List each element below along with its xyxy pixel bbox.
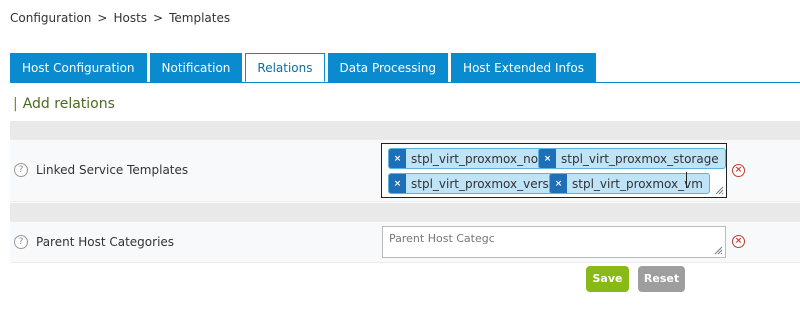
breadcrumb-templates[interactable]: Templates — [169, 11, 230, 25]
chip-remove-icon[interactable]: × — [389, 149, 406, 168]
linked-service-templates-label: Linked Service Templates — [36, 163, 189, 177]
tab-notification[interactable]: Notification — [149, 53, 243, 82]
chip-stpl-virt-proxmox-storage: × stpl_virt_proxmox_storage — [538, 148, 726, 169]
help-icon[interactable]: ? — [14, 163, 28, 177]
chip-remove-icon[interactable]: × — [389, 174, 406, 193]
tab-data-processing[interactable]: Data Processing — [327, 53, 449, 82]
form-middle-band — [10, 203, 800, 221]
clear-parent-host-categories-icon[interactable]: × — [732, 235, 745, 248]
save-button[interactable]: Save — [586, 266, 629, 292]
breadcrumb: Configuration > Hosts > Templates — [10, 11, 230, 25]
resize-handle-icon[interactable] — [713, 245, 723, 255]
section-title-bar: | — [13, 96, 18, 112]
breadcrumb-separator: > — [153, 11, 164, 25]
resize-handle-icon[interactable] — [714, 185, 724, 195]
tab-host-configuration[interactable]: Host Configuration — [10, 53, 147, 82]
breadcrumb-hosts[interactable]: Hosts — [113, 11, 147, 25]
section-title-text: Add relations — [22, 96, 115, 112]
clear-linked-service-templates-icon[interactable]: × — [732, 164, 745, 177]
chip-label: stpl_virt_proxmox_vm — [572, 176, 703, 191]
tab-divider — [10, 82, 800, 83]
breadcrumb-separator: > — [97, 11, 108, 25]
chip-label: stpl_virt_proxmox_storage — [561, 151, 719, 166]
reset-button[interactable]: Reset — [638, 266, 685, 292]
section-title: | Add relations — [13, 96, 115, 112]
parent-host-categories-input[interactable]: Parent Host Categc — [382, 226, 726, 258]
parent-host-categories-label-group: ? Parent Host Categories — [14, 235, 174, 249]
linked-service-templates-label-group: ? Linked Service Templates — [14, 163, 188, 177]
chip-stpl-virt-proxmox-node: × stpl_virt_proxmox_node — [388, 148, 561, 169]
breadcrumb-configuration[interactable]: Configuration — [10, 11, 91, 25]
chip-label: stpl_virt_proxmox_version — [411, 176, 568, 191]
chip-remove-icon[interactable]: × — [539, 149, 556, 168]
form-header-band — [10, 121, 800, 139]
tab-relations[interactable]: Relations — [245, 53, 325, 82]
parent-host-categories-placeholder: Parent Host Categc — [389, 232, 495, 245]
linked-service-templates-select[interactable]: × stpl_virt_proxmox_node × stpl_virt_pro… — [381, 143, 727, 198]
tab-host-extended-infos[interactable]: Host Extended Infos — [451, 53, 596, 82]
text-cursor — [686, 172, 687, 188]
tab-bar: Host Configuration Notification Relation… — [10, 53, 596, 82]
chip-label: stpl_virt_proxmox_node — [411, 151, 554, 166]
parent-host-categories-label: Parent Host Categories — [36, 235, 175, 249]
help-icon[interactable]: ? — [14, 235, 28, 249]
chip-stpl-virt-proxmox-version: × stpl_virt_proxmox_version — [388, 173, 575, 194]
chip-remove-icon[interactable]: × — [550, 174, 567, 193]
